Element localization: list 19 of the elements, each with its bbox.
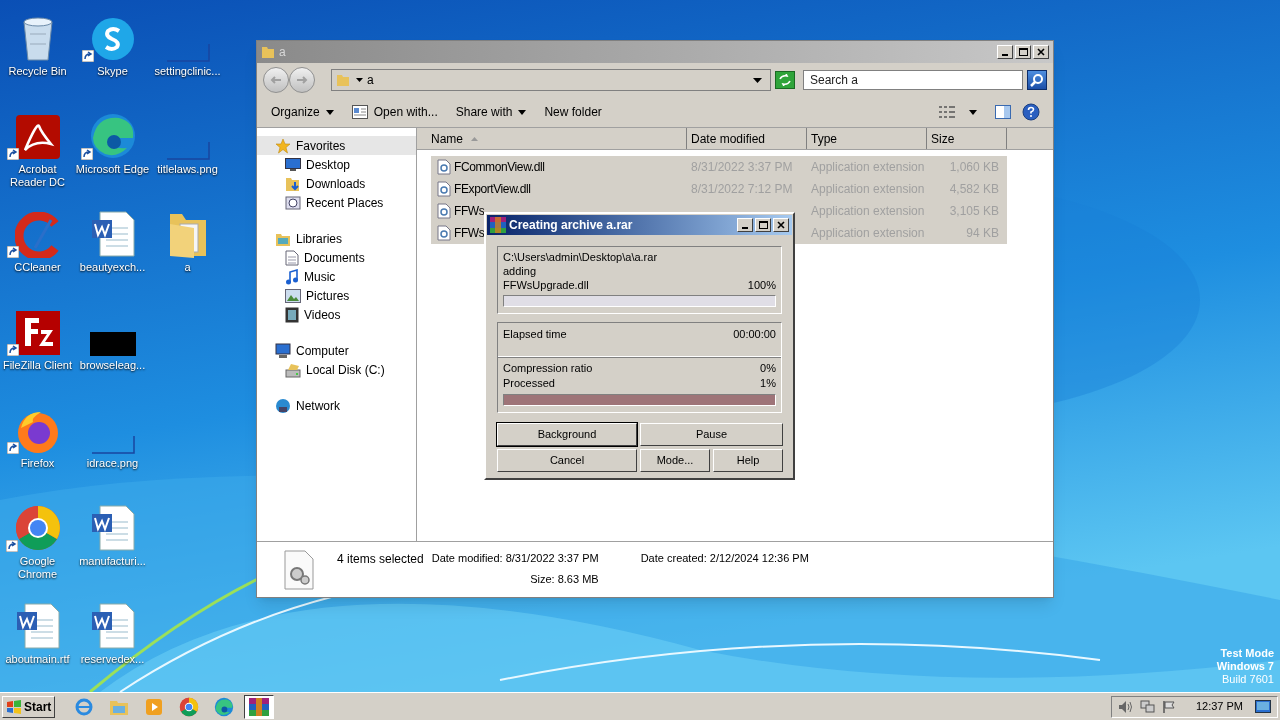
- stat-label: Processed: [503, 376, 555, 391]
- stat-value: 1%: [760, 376, 776, 391]
- system-text: Build 7601: [1222, 673, 1274, 686]
- archive-path: C:\Users\admin\Desktop\a\a.rar: [503, 250, 659, 264]
- stat-label: Elapsed time: [503, 327, 567, 342]
- details-text: Size: 8.63 MB: [530, 571, 599, 587]
- system-text: Windows 7: [1216, 660, 1274, 673]
- percent-text: 100%: [747, 278, 776, 292]
- details-text: Date modified: 8/31/2022 3:37 PM: [431, 551, 599, 566]
- stat-label: Compression ratio: [503, 361, 593, 376]
- address-text: a: [367, 72, 375, 89]
- window-title: a: [279, 44, 287, 61]
- stat-value: 00:00:00: [733, 327, 776, 342]
- file-name: FFWsUpgrade.dll: [503, 278, 589, 292]
- system-text: Test Mode: [1220, 647, 1274, 660]
- stat-value: 0%: [760, 361, 776, 376]
- selection-count: 4 items selected: [337, 551, 424, 568]
- status-text: adding: [503, 264, 538, 278]
- details-text: Date created: 2/12/2024 12:36 PM: [640, 551, 809, 566]
